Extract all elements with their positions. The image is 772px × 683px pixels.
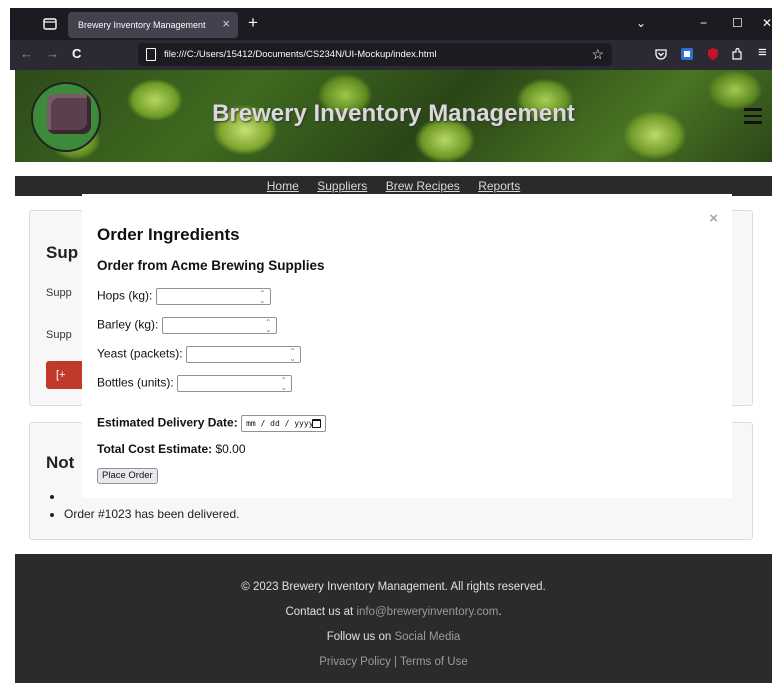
ublock-origin-icon[interactable] — [706, 47, 720, 61]
tab-title: Brewery Inventory Management — [78, 20, 206, 30]
contact-email-link[interactable]: info@breweryinventory.com — [356, 606, 498, 618]
hops-input[interactable]: ⌃ ⌄ — [155, 288, 271, 305]
yeast-field-row: Yeast (packets): ⌃ ⌄ — [97, 346, 301, 363]
legal-line: Privacy Policy | Terms of Use — [15, 656, 772, 668]
extension-blue-icon[interactable] — [680, 47, 694, 61]
navigation-bar: ← → C file:///C:/Users/15412/Documents/C… — [10, 40, 772, 70]
close-window-button[interactable]: ✕ — [762, 15, 772, 31]
contact-prefix: Contact us at — [285, 606, 357, 618]
calendar-icon[interactable] — [312, 419, 322, 428]
tabs-dropdown-icon[interactable]: ⌄ — [636, 15, 646, 31]
minimize-button[interactable]: − — [700, 15, 707, 31]
add-supplier-button[interactable]: [+ — [46, 361, 86, 389]
contact-line: Contact us at info@breweryinventory.com. — [15, 606, 772, 618]
hamburger-menu-icon[interactable] — [744, 108, 762, 124]
cost-row: Total Cost Estimate: $0.00 — [97, 442, 246, 456]
place-order-button[interactable]: Place Order — [97, 468, 158, 484]
delivery-date-label: Estimated Delivery Date: — [97, 415, 238, 430]
barley-label: Barley (kg): — [97, 317, 159, 332]
tab-bar: Brewery Inventory Management × + ⌄ − ☐ ✕ — [10, 8, 772, 40]
maximize-button[interactable]: ☐ — [732, 15, 743, 31]
delivery-date-row: Estimated Delivery Date: mm / dd / yyyy — [97, 415, 327, 432]
hops-field-row: Hops (kg): ⌃ ⌄ — [97, 288, 271, 305]
date-placeholder: mm / dd / yyyy — [246, 419, 314, 428]
supplier-row-2: Supp — [46, 329, 72, 341]
page-viewport: Brewery Inventory Management Home Suppli… — [15, 70, 772, 683]
copyright-text: © 2023 Brewery Inventory Management. All… — [241, 581, 546, 593]
social-media-link[interactable]: Social Media — [394, 631, 460, 643]
contact-suffix: . — [498, 606, 502, 618]
yeast-label: Yeast (packets): — [97, 346, 183, 361]
modal-close-icon[interactable]: × — [709, 210, 718, 227]
supplier-row-1: Supp — [46, 287, 72, 299]
yeast-input[interactable]: ⌃ ⌄ — [185, 346, 301, 363]
new-tab-button[interactable]: + — [248, 14, 258, 32]
barley-input[interactable]: ⌃ ⌄ — [161, 317, 277, 334]
modal-subtitle: Order from Acme Brewing Supplies — [97, 258, 325, 273]
bottles-input[interactable]: ⌃ ⌄ — [177, 375, 293, 392]
extensions-icon[interactable] — [730, 47, 744, 61]
terms-of-use-link[interactable]: Terms of Use — [400, 656, 468, 668]
notifications-heading: Not — [46, 453, 75, 472]
nav-brew-recipes[interactable]: Brew Recipes — [386, 176, 460, 196]
main-nav: Home Suppliers Brew Recipes Reports — [15, 176, 772, 196]
browser-window: Brewery Inventory Management × + ⌄ − ☐ ✕… — [10, 8, 772, 683]
follow-prefix: Follow us on — [326, 631, 395, 643]
nav-home[interactable]: Home — [267, 176, 299, 196]
privacy-policy-link[interactable]: Privacy Policy — [319, 656, 391, 668]
nav-reports[interactable]: Reports — [478, 176, 520, 196]
suppliers-heading: Sup — [46, 243, 79, 262]
cost-value: $0.00 — [212, 442, 246, 456]
header-banner: Brewery Inventory Management — [15, 70, 772, 162]
nav-suppliers[interactable]: Suppliers — [317, 176, 367, 196]
follow-line: Follow us on Social Media — [15, 631, 772, 643]
delivery-date-input[interactable]: mm / dd / yyyy — [241, 415, 327, 432]
forward-button[interactable]: → — [46, 46, 59, 62]
footer: © 2023 Brewery Inventory Management. All… — [15, 554, 772, 683]
stepper-icon[interactable]: ⌃ ⌄ — [280, 377, 287, 392]
modal-title: Order Ingredients — [97, 225, 240, 244]
page-title: Brewery Inventory Management — [212, 100, 575, 127]
bottles-label: Bottles (units): — [97, 375, 174, 390]
pocket-icon[interactable] — [654, 47, 668, 61]
browser-tab[interactable]: Brewery Inventory Management × — [68, 12, 238, 38]
app-menu-icon[interactable]: ≡ — [758, 45, 767, 61]
tab-close-icon[interactable]: × — [222, 17, 230, 31]
tab-list-icon[interactable] — [42, 16, 58, 32]
order-ingredients-modal: × Order Ingredients Order from Acme Brew… — [82, 194, 732, 498]
bottles-field-row: Bottles (units): ⌃ ⌄ — [97, 375, 293, 392]
barley-field-row: Barley (kg): ⌃ ⌄ — [97, 317, 277, 334]
stepper-icon[interactable]: ⌃ ⌄ — [289, 348, 296, 363]
page-icon — [146, 48, 156, 61]
back-button[interactable]: ← — [20, 46, 33, 62]
list-item: Order #1023 has been delivered. — [64, 507, 239, 521]
hops-label: Hops (kg): — [97, 288, 153, 303]
url-text: file:///C:/Users/15412/Documents/CS234N/… — [164, 49, 437, 60]
stepper-icon[interactable]: ⌃ ⌄ — [265, 319, 272, 334]
stepper-icon[interactable]: ⌃ ⌄ — [259, 290, 266, 305]
legal-separator: | — [390, 656, 400, 668]
reload-button[interactable]: C — [72, 46, 81, 62]
url-bar[interactable]: file:///C:/Users/15412/Documents/CS234N/… — [138, 43, 612, 66]
bookmark-star-icon[interactable]: ☆ — [591, 46, 604, 62]
cost-label: Total Cost Estimate: — [97, 442, 213, 456]
